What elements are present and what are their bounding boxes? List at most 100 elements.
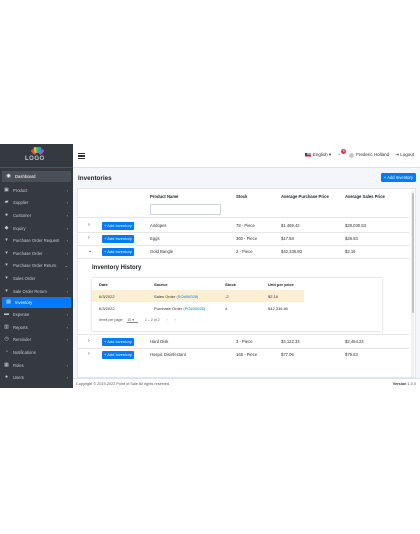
previous-page-icon[interactable]: ‹ bbox=[167, 318, 168, 322]
history-source-label: Sales Order bbox=[154, 294, 176, 299]
sidebar-item-label: Users bbox=[13, 375, 24, 381]
history-header-date[interactable]: Date bbox=[99, 282, 108, 287]
logo-text: LOGO bbox=[25, 156, 45, 162]
expense-icon: ▬ bbox=[4, 311, 9, 318]
cell-product: Hard Disk bbox=[150, 339, 169, 344]
reminder-icon: ◷ bbox=[4, 336, 9, 343]
next-page-icon[interactable]: › bbox=[175, 318, 176, 322]
expand-chevron-icon[interactable]: › bbox=[88, 222, 90, 228]
sidebar-item-sales-order[interactable]: ▾ Sales Order ‹ bbox=[0, 272, 73, 285]
row-add-inventory-button[interactable]: + Add Inventory bbox=[102, 350, 134, 359]
sidebar-item-users[interactable]: ● Users ‹ bbox=[0, 371, 73, 384]
product-icon: ▣ bbox=[4, 186, 9, 193]
product-name-filter-input[interactable] bbox=[150, 204, 221, 215]
cell-stock: 3 - Piece bbox=[236, 339, 253, 344]
sidebar: LOGO ◉ Dashboard ▣ Product ‹ ▰ Supplier … bbox=[0, 144, 73, 388]
expand-chevron-icon[interactable]: › bbox=[88, 338, 90, 344]
cell-stock: 165 - Piece bbox=[236, 352, 258, 357]
history-header-source[interactable]: Source bbox=[154, 282, 168, 287]
main-content: Inventories + Add Inventory Product Name… bbox=[73, 168, 420, 378]
history-cell-price: $2.16 bbox=[268, 294, 279, 299]
scrollbar-thumb[interactable] bbox=[411, 193, 414, 313]
cart-icon: ▾ bbox=[5, 287, 8, 294]
add-inventory-button[interactable]: + Add Inventory bbox=[380, 173, 416, 182]
header-stock[interactable]: Stock bbox=[236, 194, 247, 199]
reports-icon: ▥ bbox=[4, 323, 9, 330]
header-average-purchase-price[interactable]: Average Purchase Price bbox=[281, 194, 329, 199]
collapse-chevron-icon[interactable]: ⌄ bbox=[88, 248, 92, 254]
sidebar-item-purchase-order-request[interactable]: ▾ Purchase Order Request ‹ bbox=[0, 234, 73, 247]
sidebar-item-inventory[interactable]: ▤ Inventory bbox=[2, 297, 71, 309]
history-header-stock[interactable]: Stock bbox=[225, 282, 236, 287]
sidebar-item-sale-order-return[interactable]: ▾ Sale Order Return ‹ bbox=[0, 285, 73, 298]
chevron-left-icon: ‹ bbox=[66, 250, 68, 256]
sidebar-item-purchase-order-return[interactable]: ▾ Purchase Order Return ⌄ bbox=[0, 260, 73, 273]
chevron-left-icon: ‹ bbox=[66, 324, 68, 330]
cell-product: Hospic Disinfectant bbox=[150, 352, 186, 357]
sidebar-item-label: Reminder bbox=[13, 337, 32, 343]
table-row: ⌄ + Add Inventory Gold Bangle 2 - Piece … bbox=[78, 246, 409, 257]
row-add-inventory-button[interactable]: + Add Inventory bbox=[102, 337, 134, 346]
table-row: › + Add Inventory Hospic Disinfectant 16… bbox=[78, 349, 409, 360]
brand-logo[interactable]: LOGO bbox=[0, 144, 73, 168]
sidebar-item-product[interactable]: ▣ Product ‹ bbox=[0, 184, 73, 197]
truck-icon: ▰ bbox=[4, 199, 9, 206]
sidebar-item-dashboard[interactable]: ◉ Dashboard bbox=[2, 171, 71, 182]
sidebar-item-customer[interactable]: ● Customer ‹ bbox=[0, 209, 73, 222]
bell-icon: ◔ bbox=[4, 348, 9, 355]
sidebar-item-inquiry[interactable]: ◆ Inquiry ‹ bbox=[0, 222, 73, 235]
sidebar-item-reminder[interactable]: ◷ Reminder ‹ bbox=[0, 334, 73, 347]
source-reference-link[interactable]: (PO#00026) bbox=[183, 306, 205, 311]
source-reference-link[interactable]: (SO#00028) bbox=[176, 294, 198, 299]
cell-sales-price: $79.63 bbox=[345, 352, 358, 357]
us-flag-icon bbox=[304, 152, 311, 157]
cell-sales-price: $2,454.23 bbox=[345, 339, 364, 344]
page-title: Inventories bbox=[78, 175, 112, 182]
chevron-left-icon: ‹ bbox=[66, 187, 68, 193]
divider bbox=[78, 217, 409, 218]
table-row: › + Add Inventory Hard Disk 3 - Piece $4… bbox=[78, 336, 409, 347]
top-navbar: English ▾ ◔ 6 Frederic Holland ⇥ Logout bbox=[73, 144, 420, 168]
notification-bell-icon[interactable]: ◔ 6 bbox=[337, 149, 347, 158]
expand-chevron-icon[interactable]: › bbox=[88, 235, 90, 241]
cell-stock: 78 - Piece bbox=[236, 223, 255, 228]
row-add-inventory-button[interactable]: + Add Inventory bbox=[102, 247, 134, 256]
logout-button[interactable]: ⇥ Logout bbox=[395, 152, 414, 158]
user-menu[interactable]: Frederic Holland bbox=[349, 152, 389, 158]
header-average-sales-price[interactable]: Average Sales Price bbox=[345, 194, 385, 199]
history-source-label: Purchase Order bbox=[154, 306, 183, 311]
menu-toggle-icon[interactable] bbox=[78, 153, 85, 160]
caret-down-icon: ▾ bbox=[328, 152, 332, 157]
sidebar-item-supplier[interactable]: ▰ Supplier ‹ bbox=[0, 197, 73, 210]
sidebar-item-expense[interactable]: ▬ Expense ‹ bbox=[0, 308, 73, 321]
header-product-name[interactable]: Product Name bbox=[150, 194, 178, 199]
users-icon: ● bbox=[4, 211, 9, 218]
history-row: 6/3/2022 Purchase Order (PO#00026) 4 $42… bbox=[92, 302, 304, 314]
cell-product: Gold Bangle bbox=[150, 249, 174, 254]
expand-chevron-icon[interactable]: › bbox=[88, 351, 90, 357]
sidebar-item-reports[interactable]: ▥ Reports ‹ bbox=[0, 321, 73, 334]
chevron-left-icon: ‹ bbox=[66, 212, 68, 218]
notification-count-badge: 6 bbox=[341, 149, 347, 154]
sidebar-item-label: Expense bbox=[13, 312, 30, 318]
history-cell-price: $42,336.80 bbox=[268, 306, 289, 311]
table-row: › + Add Inventory Eggs 360 - Piece $17.5… bbox=[78, 233, 409, 244]
history-cell-source: Purchase Order (PO#00026) bbox=[154, 306, 205, 311]
inquiry-icon: ◆ bbox=[4, 224, 9, 231]
divider bbox=[78, 334, 409, 335]
sidebar-item-roles[interactable]: ▦ Roles ‹ bbox=[0, 359, 73, 372]
row-add-inventory-button[interactable]: + Add Inventory bbox=[102, 221, 134, 230]
sidebar-item-notifications[interactable]: ◔ Notifications bbox=[0, 346, 73, 359]
sidebar-item-label: Notifications bbox=[13, 349, 36, 355]
history-header-unit-price[interactable]: Unit per price bbox=[268, 282, 294, 287]
sidebar-item-purchase-order[interactable]: ▾ Purchase Order ‹ bbox=[0, 247, 73, 260]
chevron-left-icon: ‹ bbox=[66, 275, 68, 281]
logout-icon: ⇥ bbox=[395, 152, 399, 157]
history-cell-stock: -2 bbox=[225, 294, 229, 299]
row-add-inventory-button[interactable]: + Add Inventory bbox=[102, 234, 134, 243]
items-per-page-select[interactable]: 10 ▾ bbox=[127, 318, 138, 323]
cell-stock: 2 - Piece bbox=[236, 249, 253, 254]
table-scrollbar[interactable] bbox=[411, 191, 414, 377]
chevron-left-icon: ‹ bbox=[66, 225, 68, 231]
language-selector[interactable]: English ▾ bbox=[304, 152, 332, 158]
